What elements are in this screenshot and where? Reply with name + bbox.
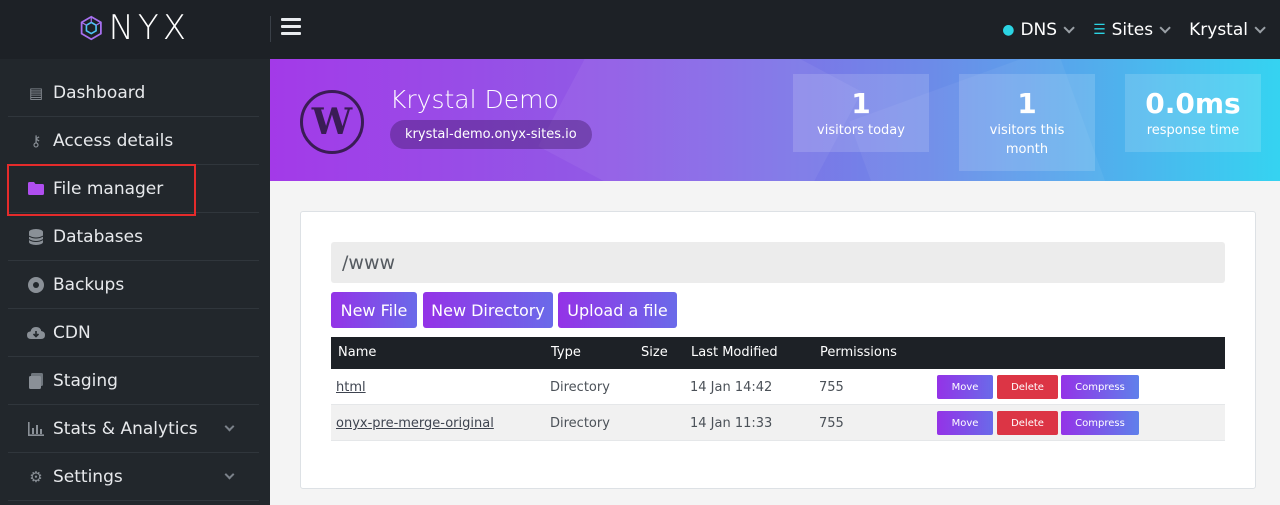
chevron-down-icon bbox=[224, 469, 235, 480]
compress-button[interactable]: Compress bbox=[1061, 411, 1139, 435]
nav-dns-label: DNS bbox=[1020, 19, 1058, 40]
sidebar-item-label: Access details bbox=[53, 130, 174, 151]
chevron-down-icon bbox=[1159, 21, 1171, 34]
current-path: /www bbox=[331, 242, 1225, 283]
file-modified: 14 Jan 11:33 bbox=[690, 416, 773, 431]
file-permissions: 755 bbox=[819, 380, 844, 395]
site-title: Krystal Demo bbox=[390, 85, 559, 114]
sidebar-item-dashboard[interactable]: ▤ Dashboard bbox=[8, 69, 259, 117]
move-button[interactable]: Move bbox=[937, 375, 993, 399]
logo-text: NYX bbox=[108, 8, 190, 48]
stat-value: 1 bbox=[1017, 87, 1037, 120]
stat-visitors-month: 1 visitors this month bbox=[959, 74, 1095, 171]
table-row: html Directory 14 Jan 14:42 755 Move Del… bbox=[331, 369, 1225, 405]
file-name-link[interactable]: html bbox=[336, 380, 366, 395]
wordpress-logo-icon: W bbox=[300, 90, 364, 154]
chevron-down-icon bbox=[224, 421, 235, 432]
database-icon bbox=[27, 228, 45, 245]
nav-user[interactable]: Krystal bbox=[1189, 19, 1266, 40]
sidebar-item-label: Settings bbox=[53, 466, 123, 487]
table-header: Name Type Size Last Modified Permissions bbox=[331, 337, 1225, 369]
column-header-permissions[interactable]: Permissions bbox=[820, 345, 897, 360]
chevron-down-icon bbox=[1254, 21, 1266, 34]
sidebar-item-stats-analytics[interactable]: Stats & Analytics bbox=[8, 405, 259, 453]
sidebar-item-label: CDN bbox=[53, 322, 91, 343]
column-header-name[interactable]: Name bbox=[338, 345, 376, 360]
stat-value: 0.0ms bbox=[1145, 87, 1241, 120]
stat-label: visitors this month bbox=[989, 123, 1065, 157]
gear-icon: ⚙ bbox=[29, 467, 43, 486]
site-url[interactable]: krystal-demo.onyx-sites.io bbox=[390, 120, 592, 149]
stat-response-time: 0.0ms response time bbox=[1125, 74, 1261, 152]
column-header-type[interactable]: Type bbox=[551, 345, 581, 360]
stat-visitors-today: 1 visitors today bbox=[793, 74, 929, 152]
upload-file-button[interactable]: Upload a file bbox=[558, 292, 677, 328]
column-header-size[interactable]: Size bbox=[641, 345, 668, 360]
nav-dns[interactable]: ● DNS bbox=[1002, 19, 1075, 40]
file-table: Name Type Size Last Modified Permissions… bbox=[331, 337, 1225, 441]
site-banner: W Krystal Demo krystal-demo.onyx-sites.i… bbox=[270, 59, 1280, 181]
key-icon: ⚷ bbox=[30, 131, 42, 150]
file-permissions: 755 bbox=[819, 416, 844, 431]
table-row: onyx-pre-merge-original Directory 14 Jan… bbox=[331, 405, 1225, 441]
cloud-download-icon bbox=[27, 325, 45, 341]
file-type: Directory bbox=[550, 416, 610, 431]
delete-button[interactable]: Delete bbox=[997, 411, 1058, 435]
file-name-link[interactable]: onyx-pre-merge-original bbox=[336, 416, 494, 431]
top-bar: NYX ● DNS ☰ Sites Krystal bbox=[0, 0, 1280, 59]
top-nav: ● DNS ☰ Sites Krystal bbox=[980, 0, 1266, 59]
folder-icon bbox=[27, 181, 45, 197]
sidebar: ▤ Dashboard ⚷ Access details File manage… bbox=[0, 59, 270, 505]
staging-icon bbox=[27, 372, 45, 389]
menu-toggle-icon[interactable] bbox=[281, 18, 301, 38]
dashboard-icon: ▤ bbox=[28, 83, 44, 102]
sidebar-item-label: Staging bbox=[53, 370, 118, 391]
new-file-button[interactable]: New File bbox=[331, 292, 417, 328]
logo[interactable]: NYX bbox=[80, 8, 190, 48]
sidebar-item-label: Backups bbox=[53, 274, 125, 295]
nav-sites-label: Sites bbox=[1111, 19, 1154, 40]
divider bbox=[270, 16, 271, 42]
file-manager-card: /www New File New Directory Upload a fil… bbox=[300, 211, 1256, 489]
file-type: Directory bbox=[550, 380, 610, 395]
column-header-modified[interactable]: Last Modified bbox=[691, 345, 778, 360]
sidebar-item-access-details[interactable]: ⚷ Access details bbox=[8, 117, 259, 165]
globe-icon: ● bbox=[1002, 21, 1015, 38]
backup-icon bbox=[27, 276, 45, 293]
list-icon: ☰ bbox=[1093, 21, 1106, 38]
chart-icon bbox=[27, 421, 45, 437]
stat-value: 1 bbox=[851, 87, 871, 120]
stat-label: response time bbox=[1146, 123, 1240, 138]
file-modified: 14 Jan 14:42 bbox=[690, 380, 773, 395]
sidebar-item-file-manager[interactable]: File manager bbox=[8, 165, 259, 213]
sidebar-item-settings[interactable]: ⚙ Settings bbox=[8, 453, 259, 501]
sidebar-item-cdn[interactable]: CDN bbox=[8, 309, 259, 357]
new-directory-button[interactable]: New Directory bbox=[423, 292, 553, 328]
stat-label: visitors today bbox=[817, 123, 905, 138]
sidebar-item-databases[interactable]: Databases bbox=[8, 213, 259, 261]
sidebar-item-label: File manager bbox=[53, 178, 164, 199]
nav-sites[interactable]: ☰ Sites bbox=[1093, 19, 1171, 40]
nav-user-label: Krystal bbox=[1189, 19, 1248, 40]
sidebar-item-label: Databases bbox=[53, 226, 143, 247]
cube-logo-icon bbox=[80, 15, 102, 41]
compress-button[interactable]: Compress bbox=[1061, 375, 1139, 399]
chevron-down-icon bbox=[1063, 21, 1075, 34]
sidebar-item-backups[interactable]: Backups bbox=[8, 261, 259, 309]
delete-button[interactable]: Delete bbox=[997, 375, 1058, 399]
sidebar-item-label: Stats & Analytics bbox=[53, 418, 198, 439]
move-button[interactable]: Move bbox=[937, 411, 993, 435]
sidebar-item-label: Dashboard bbox=[53, 82, 146, 103]
sidebar-item-staging[interactable]: Staging bbox=[8, 357, 259, 405]
